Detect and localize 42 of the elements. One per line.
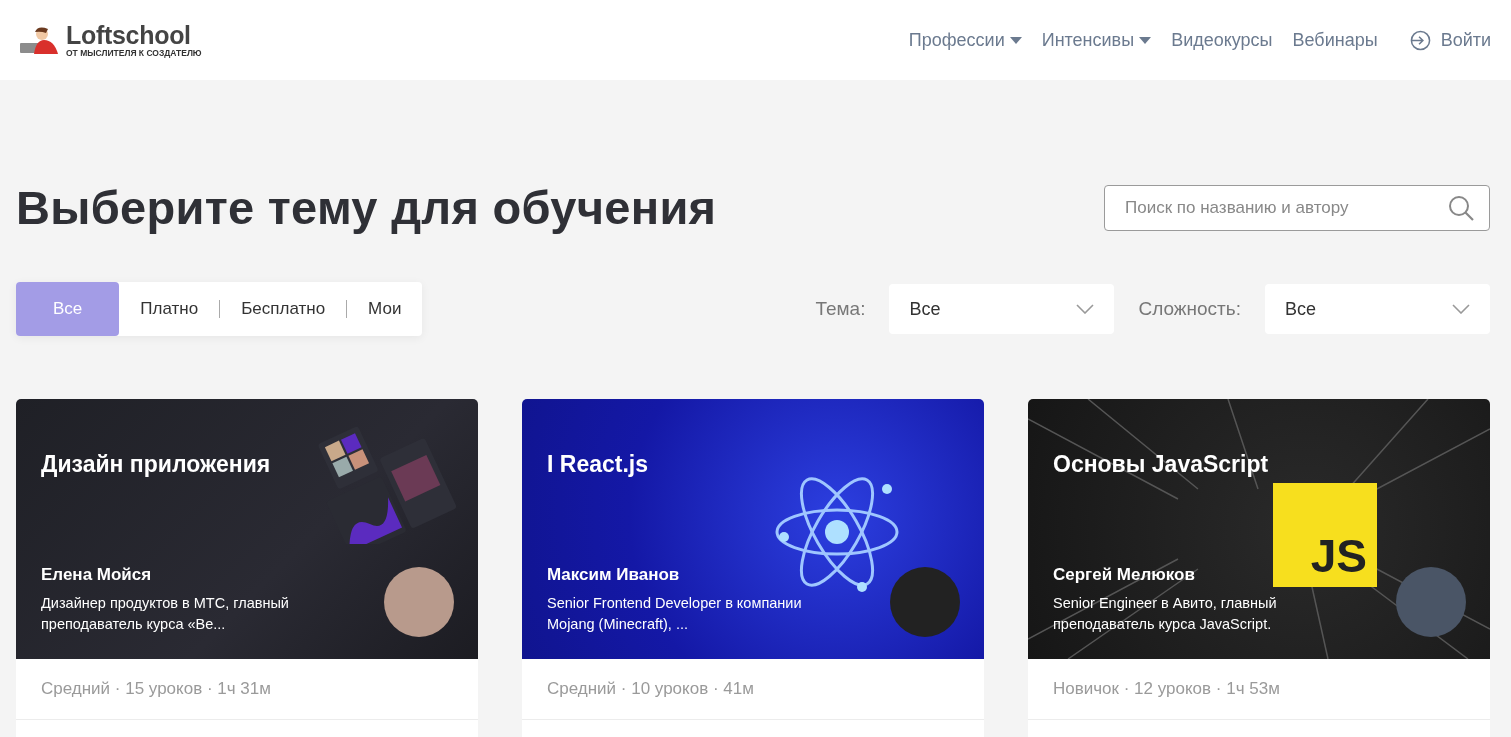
course-title[interactable]: I React.js bbox=[547, 451, 960, 478]
search-icon bbox=[1448, 194, 1474, 221]
course-cover[interactable]: I React.js Максим Иванов Senior Frontend Developer в компании Mojang (Minecraft), ... bbox=[522, 399, 984, 659]
course-card[interactable]: Основы JavaScript Сергей Мелюков Senior Engineer в Авито, главный преподаватель курса JavaScript. JS Новичок · 12 уроков · 1ч 53м bbox=[1028, 399, 1490, 737]
page-heading: Выберите тему для обучения bbox=[16, 180, 717, 235]
author-name: Максим Иванов bbox=[547, 565, 681, 585]
course-card[interactable]: I React.js Максим Иванов Senior Frontend Developer в компании Mojang (Minecraft), ... Средний · 10 уроков · 41м bbox=[522, 399, 984, 737]
logo-tagline: ОТ МЫСЛИТЕЛЯ К СОЗДАТЕЛЮ bbox=[66, 47, 202, 58]
nav-menu-link[interactable]: Профессии bbox=[908, 29, 1022, 51]
filter-label: Сложность: bbox=[1138, 298, 1241, 320]
sign-in-icon bbox=[1409, 29, 1431, 51]
nav-menu-link[interactable]: Интенсивы bbox=[1041, 29, 1152, 51]
course-meta: Новичок · 12 уроков · 1ч 53м bbox=[1028, 659, 1490, 720]
caret-icon bbox=[1009, 36, 1022, 44]
logo-text: Loftschool bbox=[66, 22, 192, 47]
search-field[interactable]: Поиск по названию и автору bbox=[1104, 184, 1490, 231]
course-title[interactable]: Основы JavaScript bbox=[1053, 451, 1466, 478]
course-card[interactable]: Дизайн приложения Елена Мойся Дизайнер продуктов в МТС, главный преподаватель курса «Ве... Средний · 15 уроков · 1ч 31м bbox=[16, 399, 478, 737]
logo-mascot-icon bbox=[18, 26, 60, 54]
course-cover[interactable]: Дизайн приложения Елена Мойся Дизайнер продуктов в МТС, главный преподаватель курса «Ве... bbox=[16, 399, 478, 659]
nav-link[interactable]: Видеокурсы bbox=[1171, 29, 1273, 51]
course-meta: Средний · 15 уроков · 1ч 31м bbox=[16, 659, 478, 720]
filter-tab[interactable]: Платно bbox=[119, 282, 220, 336]
login-link[interactable]: Войти bbox=[1409, 29, 1491, 51]
chevron-down-icon bbox=[1452, 304, 1470, 314]
chevron-down-icon bbox=[1076, 304, 1095, 314]
filter-dropdown[interactable]: Все bbox=[1265, 284, 1490, 334]
js-logo: JS bbox=[1273, 483, 1377, 587]
author-name: Елена Мойся bbox=[41, 565, 153, 585]
author-bio: Дизайнер продуктов в МТС, главный преподаватель курса «Ве... bbox=[41, 594, 290, 634]
author-bio: Senior Engineer в Авито, главный преподаватель курса JavaScript. bbox=[1053, 594, 1278, 634]
filter-tab[interactable]: Бесплатно bbox=[220, 282, 347, 336]
filter-tab[interactable]: Мои bbox=[347, 282, 423, 336]
course-meta: Средний · 10 уроков · 41м bbox=[522, 659, 984, 720]
filter-label: Тема: bbox=[815, 298, 866, 320]
author-bio: Senior Frontend Developer в компании Mojang (Minecraft), ... bbox=[547, 594, 803, 634]
caret-icon bbox=[1139, 36, 1152, 44]
course-cover[interactable]: Основы JavaScript Сергей Мелюков Senior Engineer в Авито, главный преподаватель курса JavaScript. JS bbox=[1028, 399, 1490, 659]
filter-dropdown[interactable]: Все bbox=[889, 284, 1115, 334]
course-title[interactable]: Дизайн приложения bbox=[41, 451, 454, 478]
author-name: Сергей Мелюков bbox=[1053, 565, 1196, 585]
nav-link[interactable]: Вебинары bbox=[1292, 29, 1378, 51]
